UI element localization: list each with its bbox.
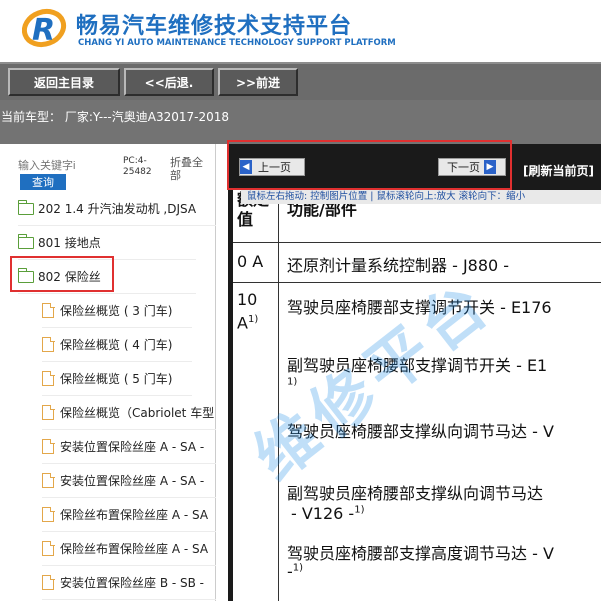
tree-item-engine[interactable]: 202 1.4 升汽油发动机 ,DJSA bbox=[18, 192, 216, 226]
part-text: 副驾驶员座椅腰部支撑纵向调节马达 bbox=[287, 484, 544, 503]
part-text: 驾驶员座椅腰部支撑调节开关 - E176 bbox=[287, 298, 552, 317]
document-icon bbox=[42, 472, 55, 488]
list-item[interactable]: 保险丝概览 ( 3 门车) bbox=[42, 294, 192, 328]
list-item-label: 保险丝布置保险丝座 A - SA bbox=[60, 508, 209, 522]
document-icon bbox=[42, 540, 55, 556]
divider bbox=[233, 242, 601, 243]
table-cell-part: -1) bbox=[283, 562, 601, 581]
folder-icon bbox=[18, 233, 34, 249]
table-cell-part: - V126 -1) bbox=[283, 504, 601, 523]
list-item-label: 安装位置保险丝座 B - SB - bbox=[60, 576, 205, 590]
home-button[interactable]: 返回主目录 bbox=[8, 68, 120, 96]
app-subtitle: CHANG YI AUTO MAINTENANCE TECHNOLOGY SUP… bbox=[78, 38, 396, 48]
page-nav-bar: ◀ 上一页 下一页 ▶ [刷新当前页] bbox=[227, 140, 601, 190]
table-cell-part: 副驾驶员座椅腰部支撑调节开关 - E1 1) bbox=[283, 352, 601, 395]
header: R 畅易汽车维修技术支持平台 CHANG YI AUTO MAINTENANCE… bbox=[0, 0, 601, 62]
list-item-label: 安装位置保险丝座 A - SA - bbox=[60, 440, 205, 454]
back-button[interactable]: <<后退. bbox=[124, 68, 214, 96]
document-icon bbox=[42, 336, 55, 352]
list-item[interactable]: 安装位置保险丝座 A - SA - bbox=[42, 464, 216, 498]
folder-icon bbox=[18, 199, 34, 215]
document-viewer: 额定值 功能/部件 0 A 还原剂计量系统控制器 - J880 - 10 A1)… bbox=[227, 140, 601, 601]
footnote-mark: 1) bbox=[292, 562, 304, 574]
list-item-label: 保险丝概览（Cabriolet 车型 bbox=[60, 406, 215, 420]
footnote-mark: 1) bbox=[354, 504, 365, 516]
sidebar: 查询 PC:4-25482 折叠全部 202 1.4 升汽油发动机 ,DJSA … bbox=[0, 144, 216, 601]
tree-item-ground-points[interactable]: 801 接地点 bbox=[18, 226, 196, 260]
list-item[interactable]: 保险丝布置保险丝座 A - SA bbox=[42, 498, 216, 532]
list-item-label: 保险丝概览 ( 5 门车) bbox=[60, 372, 173, 386]
document-icon bbox=[42, 404, 55, 420]
part-text: - V126 - bbox=[291, 504, 355, 523]
collapse-all-button[interactable]: 折叠全部 bbox=[170, 156, 210, 182]
divider bbox=[233, 282, 601, 283]
nav-highlight-box bbox=[227, 140, 512, 190]
current-vehicle-label: 当前车型： 厂家:Y---汽奥迪A32017-2018 bbox=[0, 100, 601, 144]
document-icon bbox=[42, 438, 55, 454]
table-cell-part: 还原剂计量系统控制器 - J880 - bbox=[287, 256, 510, 275]
footnote-mark: 1) bbox=[287, 376, 298, 388]
list-item[interactable]: 保险丝概览 ( 5 门车) bbox=[42, 362, 192, 396]
part-text: 副驾驶员座椅腰部支撑调节开关 - E1 bbox=[287, 356, 548, 375]
table-cell-part: 副驾驶员座椅腰部支撑纵向调节马达 bbox=[283, 480, 601, 504]
list-item[interactable]: 保险丝概览 ( 4 门车) bbox=[42, 328, 192, 362]
list-item-label: 保险丝概览 ( 3 门车) bbox=[60, 304, 173, 318]
part-text: 驾驶员座椅腰部支撑纵向调节马达 - V bbox=[287, 422, 554, 441]
selection-highlight bbox=[10, 256, 114, 292]
list-item[interactable]: 保险丝概览（Cabriolet 车型 bbox=[42, 396, 216, 430]
list-item-label: 保险丝概览 ( 4 门车) bbox=[60, 338, 173, 352]
document-page[interactable]: 额定值 功能/部件 0 A 还原剂计量系统控制器 - J880 - 10 A1)… bbox=[233, 190, 601, 601]
tree-item-label: 202 1.4 升汽油发动机 ,DJSA bbox=[38, 202, 197, 216]
document-icon bbox=[42, 370, 55, 386]
table-cell-part: 驾驶员座椅腰部支撑高度调节马达 - V bbox=[283, 540, 601, 564]
document-icon bbox=[42, 574, 55, 590]
footnote-mark: 1) bbox=[247, 314, 259, 325]
rating-value: 10 A bbox=[237, 290, 258, 333]
list-item[interactable]: 保险丝布置保险丝座 A - SA bbox=[42, 532, 216, 566]
tree-item-label: 801 接地点 bbox=[38, 236, 101, 250]
list-item[interactable]: 安装位置保险丝座 A - SA - bbox=[42, 430, 216, 464]
part-text: 驾驶员座椅腰部支撑高度调节马达 - V bbox=[287, 544, 554, 563]
document-icon bbox=[42, 506, 55, 522]
svg-text:R: R bbox=[32, 13, 55, 48]
table-cell-part: 驾驶员座椅腰部支撑调节开关 - E176 bbox=[283, 294, 601, 318]
list-item-label: 保险丝布置保险丝座 A - SA bbox=[60, 542, 209, 556]
pc-label: PC:4-25482 bbox=[123, 156, 152, 177]
cy-logo-icon: R bbox=[22, 8, 67, 48]
app-title: 畅易汽车维修技术支持平台 bbox=[76, 14, 353, 39]
table-cell-rating: 10 A1) bbox=[233, 282, 279, 601]
document-icon bbox=[42, 302, 55, 318]
toolbar: 返回主目录 <<后退. >>前进 bbox=[0, 62, 601, 100]
table-cell-part: 驾驶员座椅腰部支撑纵向调节马达 - V bbox=[283, 418, 601, 442]
search-input[interactable] bbox=[18, 158, 96, 174]
list-item[interactable]: 安装位置保险丝座 B - SB - bbox=[42, 566, 216, 600]
forward-button[interactable]: >>前进 bbox=[218, 68, 298, 96]
table-cell-rating: 0 A bbox=[233, 242, 279, 282]
search-button[interactable]: 查询 bbox=[20, 174, 66, 190]
usage-hint: 鼠标左右拖动: 控制图片位置 | 鼠标滚轮向上:放大 滚轮向下：缩小 bbox=[241, 190, 601, 204]
refresh-page-button[interactable]: [刷新当前页] bbox=[523, 162, 594, 179]
list-item-label: 安装位置保险丝座 A - SA - bbox=[60, 474, 205, 488]
